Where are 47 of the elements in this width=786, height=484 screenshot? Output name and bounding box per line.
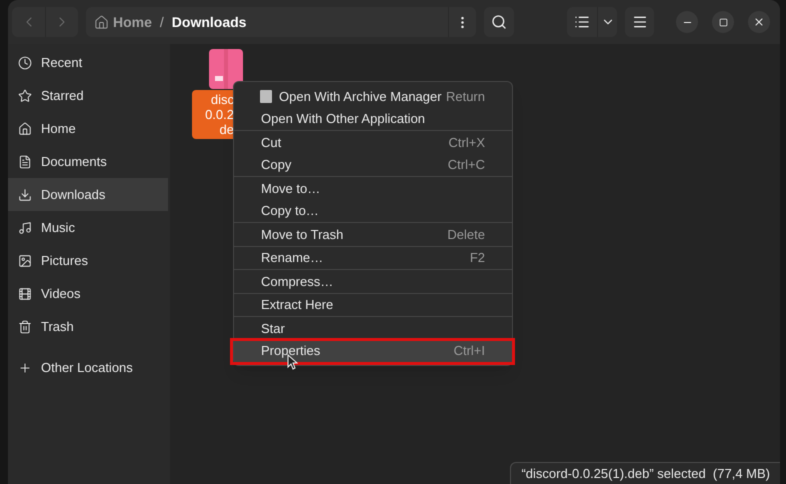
music-note-icon bbox=[18, 220, 32, 234]
status-bar: “discord-0.0.25(1).deb” selected (77,4 MB) bbox=[510, 462, 780, 484]
image-icon bbox=[18, 254, 32, 268]
maximize-icon bbox=[718, 18, 728, 26]
maximize-button[interactable] bbox=[712, 11, 734, 33]
menu-icon bbox=[632, 14, 648, 30]
sidebar-item[interactable]: Home bbox=[8, 112, 168, 145]
path-segment[interactable]: Home bbox=[94, 12, 152, 32]
sidebar-item[interactable]: Downloads bbox=[8, 178, 168, 211]
menu-item[interactable]: Extract Here bbox=[234, 294, 512, 316]
view-list-button[interactable] bbox=[567, 7, 597, 37]
sidebar-item[interactable]: Videos bbox=[8, 277, 168, 310]
home-icon bbox=[18, 122, 32, 136]
list-icon bbox=[574, 14, 590, 30]
menu-item[interactable]: Copy Ctrl+C bbox=[234, 154, 512, 176]
menu-item[interactable]: Properties Ctrl+I bbox=[234, 340, 512, 362]
menu-item[interactable]: Move to Trash Delete bbox=[234, 223, 512, 246]
star-icon bbox=[18, 88, 32, 102]
download-icon bbox=[18, 188, 32, 202]
menu-item[interactable]: Move to… bbox=[234, 177, 512, 200]
close-icon bbox=[753, 16, 765, 28]
home-icon bbox=[94, 14, 109, 30]
film-icon bbox=[18, 286, 32, 300]
path-segment[interactable]: Downloads bbox=[172, 12, 246, 32]
search-button[interactable] bbox=[484, 7, 514, 37]
archive-file-icon bbox=[209, 49, 243, 89]
menu-button[interactable] bbox=[625, 7, 654, 37]
sidebar-item[interactable]: Starred bbox=[8, 79, 168, 112]
sidebar-item[interactable]: Music bbox=[8, 211, 168, 244]
trash-icon bbox=[18, 320, 32, 334]
search-icon bbox=[491, 14, 507, 30]
sidebar-item[interactable]: Documents bbox=[8, 145, 168, 178]
sidebar-item[interactable]: Recent bbox=[8, 46, 168, 79]
menu-item[interactable]: Copy to… bbox=[234, 200, 512, 222]
path-separator: / bbox=[160, 12, 164, 32]
sidebar-item[interactable]: Pictures bbox=[8, 244, 168, 277]
view-options-button[interactable] bbox=[597, 7, 617, 37]
menu-item[interactable]: Rename… F2 bbox=[234, 246, 512, 269]
menu-item[interactable]: Compress… bbox=[234, 270, 512, 292]
archive-icon bbox=[260, 90, 272, 103]
plus-icon bbox=[18, 360, 32, 374]
clock-icon bbox=[18, 56, 32, 70]
close-button[interactable] bbox=[748, 11, 770, 33]
sidebar-item[interactable]: Trash bbox=[8, 310, 168, 343]
sidebar-item[interactable]: Other Locations bbox=[8, 351, 170, 384]
menu-item[interactable]: Star bbox=[234, 317, 512, 340]
document-icon bbox=[18, 154, 32, 168]
